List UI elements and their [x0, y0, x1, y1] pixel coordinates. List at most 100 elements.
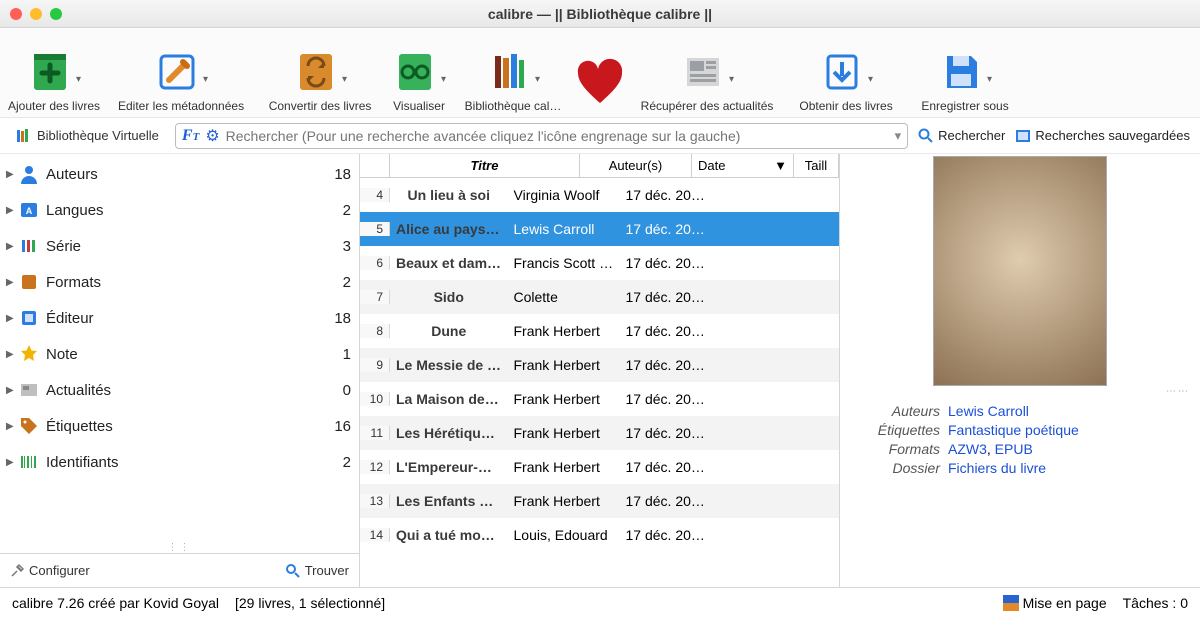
category-série[interactable]: ▶Série3 [0, 228, 359, 264]
disclosure-triangle-icon[interactable]: ▶ [6, 169, 16, 180]
format-link[interactable]: EPUB [995, 441, 1033, 457]
barcode-icon [18, 451, 40, 473]
toolbar-label: Ajouter des livres [8, 99, 100, 113]
category-formats[interactable]: ▶Formats2 [0, 264, 359, 300]
search-button[interactable]: Rechercher [918, 128, 1005, 144]
toolbar-label: Bibliothèque cal… [465, 99, 562, 113]
disclosure-triangle-icon[interactable]: ▶ [6, 385, 16, 396]
disclosure-triangle-icon[interactable]: ▶ [6, 277, 16, 288]
disclosure-triangle-icon[interactable]: ▶ [6, 421, 16, 432]
row-number: 5 [360, 222, 390, 236]
author-link[interactable]: Lewis Carroll [948, 403, 1029, 419]
toolbar-view[interactable]: ▾ Visualiser [384, 32, 454, 117]
view-icon [392, 49, 438, 95]
minimize-window-icon[interactable] [30, 8, 42, 20]
table-row[interactable]: 14Qui a tué mon pèreLouis, Edouard17 déc… [360, 518, 839, 552]
toolbar-label: Convertir des livres [269, 99, 372, 113]
chevron-down-icon[interactable]: ▾ [895, 128, 902, 144]
toolbar-get-books[interactable]: ▾ Obtenir des livres [786, 32, 906, 117]
gear-icon[interactable]: ⚙ [205, 126, 219, 146]
chevron-down-icon[interactable]: ▾ [987, 74, 992, 85]
cell-author: Frank Herbert [508, 493, 620, 509]
col-header-num[interactable] [360, 154, 390, 177]
configure-button[interactable]: Configurer [10, 563, 90, 578]
toolbar-fetch-news[interactable]: ▾ Récupérer des actualités [632, 32, 782, 117]
toolbar-label: Visualiser [393, 99, 445, 113]
category-éditeur[interactable]: ▶Éditeur18 [0, 300, 359, 336]
category-count: 2 [343, 202, 351, 219]
category-étiquettes[interactable]: ▶Étiquettes16 [0, 408, 359, 444]
toolbar-add-books[interactable]: ▾ Ajouter des livres [6, 32, 102, 117]
table-row[interactable]: 5Alice au pays des merveil…Lewis Carroll… [360, 212, 839, 246]
table-row[interactable]: 7SidoColette17 déc. 20… [360, 280, 839, 314]
table-row[interactable]: 12L'Empereur-Dieu de DuneFrank Herbert17… [360, 450, 839, 484]
tasks-label[interactable]: Tâches : 0 [1123, 595, 1188, 611]
table-row[interactable]: 13Les Enfants de DuneFrank Herbert17 déc… [360, 484, 839, 518]
table-row[interactable]: 4Un lieu à soiVirginia Woolf17 déc. 20… [360, 178, 839, 212]
cell-date: 17 déc. 20… [620, 357, 722, 373]
toolbar-convert-books[interactable]: ▾ Convertir des livres [260, 32, 380, 117]
toolbar-library[interactable]: ▾ Bibliothèque cal… [458, 32, 568, 117]
chevron-down-icon[interactable]: ▾ [729, 74, 734, 85]
disclosure-triangle-icon[interactable]: ▶ [6, 205, 16, 216]
cell-title: Un lieu à soi [390, 187, 508, 203]
category-langues[interactable]: ▶ALangues2 [0, 192, 359, 228]
disclosure-triangle-icon[interactable]: ▶ [6, 313, 16, 324]
disclosure-triangle-icon[interactable]: ▶ [6, 457, 16, 468]
col-header-size[interactable]: Taill [794, 154, 839, 177]
category-auteurs[interactable]: ▶Auteurs18 [0, 156, 359, 192]
category-note[interactable]: ▶Note1 [0, 336, 359, 372]
resize-dots-icon[interactable]: ⋯⋯ [850, 386, 1190, 397]
book-cover[interactable] [933, 156, 1107, 386]
table-row[interactable]: 6Beaux et damnésFrancis Scott …17 déc. 2… [360, 246, 839, 280]
col-header-author[interactable]: Auteur(s) [580, 154, 692, 177]
table-row[interactable]: 8DuneFrank Herbert17 déc. 20… [360, 314, 839, 348]
chevron-down-icon[interactable]: ▾ [203, 74, 208, 85]
folder-link[interactable]: Fichiers du livre [948, 460, 1046, 476]
cell-date: 17 déc. 20… [620, 255, 722, 271]
cell-title: Le Messie de Dune [390, 357, 508, 373]
toolbar-save-as[interactable]: ▾ Enregistrer sous [910, 32, 1020, 117]
tag-link[interactable]: Fantastique poétique [948, 422, 1079, 438]
library-icon [486, 49, 532, 95]
disclosure-triangle-icon[interactable]: ▶ [6, 349, 16, 360]
table-row[interactable]: 11Les Hérétiques de DuneFrank Herbert17 … [360, 416, 839, 450]
cell-author: Francis Scott … [508, 255, 620, 271]
layout-button[interactable]: Mise en page [1003, 595, 1107, 611]
person-icon [18, 163, 40, 185]
saved-searches-button[interactable]: Recherches sauvegardées [1015, 128, 1190, 144]
disclosure-triangle-icon[interactable]: ▶ [6, 241, 16, 252]
row-number: 10 [360, 392, 390, 406]
cell-date: 17 déc. 20… [620, 493, 722, 509]
splitter-handle-icon[interactable]: ⋮⋮ [0, 541, 359, 553]
toolbar-edit-metadata[interactable]: ▾ Editer les métadonnées [106, 32, 256, 117]
chevron-down-icon[interactable]: ▾ [342, 74, 347, 85]
search-input[interactable] [226, 128, 889, 144]
category-actualités[interactable]: ▶Actualités0 [0, 372, 359, 408]
configure-label: Configurer [29, 563, 90, 578]
close-window-icon[interactable] [10, 8, 22, 20]
virtual-library-button[interactable]: Bibliothèque Virtuelle [10, 126, 165, 146]
category-count: 2 [343, 454, 351, 471]
table-row[interactable]: 10La Maison des MèresFrank Herbert17 déc… [360, 382, 839, 416]
toolbar-donate[interactable] [572, 32, 628, 117]
chevron-down-icon[interactable]: ▾ [441, 74, 446, 85]
chevron-down-icon[interactable]: ▾ [76, 74, 81, 85]
cell-title: Les Hérétiques de Dune [390, 425, 508, 441]
wrench-icon [10, 564, 24, 578]
main-area: ▶Auteurs18▶ALangues2▶Série3▶Formats2▶Édi… [0, 154, 1200, 587]
col-header-title[interactable]: Titre [390, 154, 580, 177]
zoom-window-icon[interactable] [50, 8, 62, 20]
table-body[interactable]: 4Un lieu à soiVirginia Woolf17 déc. 20…5… [360, 178, 839, 587]
fulltext-icon[interactable]: FT [182, 127, 199, 145]
format-link[interactable]: AZW3 [948, 441, 987, 457]
chevron-down-icon[interactable]: ▾ [868, 74, 873, 85]
row-number: 7 [360, 290, 390, 304]
find-button[interactable]: Trouver [286, 563, 349, 578]
chevron-down-icon[interactable]: ▾ [535, 74, 540, 85]
cell-date: 17 déc. 20… [620, 187, 722, 203]
col-header-date[interactable]: Date▼ [692, 154, 794, 177]
category-label: Éditeur [46, 310, 334, 327]
table-row[interactable]: 9Le Messie de DuneFrank Herbert17 déc. 2… [360, 348, 839, 382]
category-identifiants[interactable]: ▶Identifiants2 [0, 444, 359, 480]
